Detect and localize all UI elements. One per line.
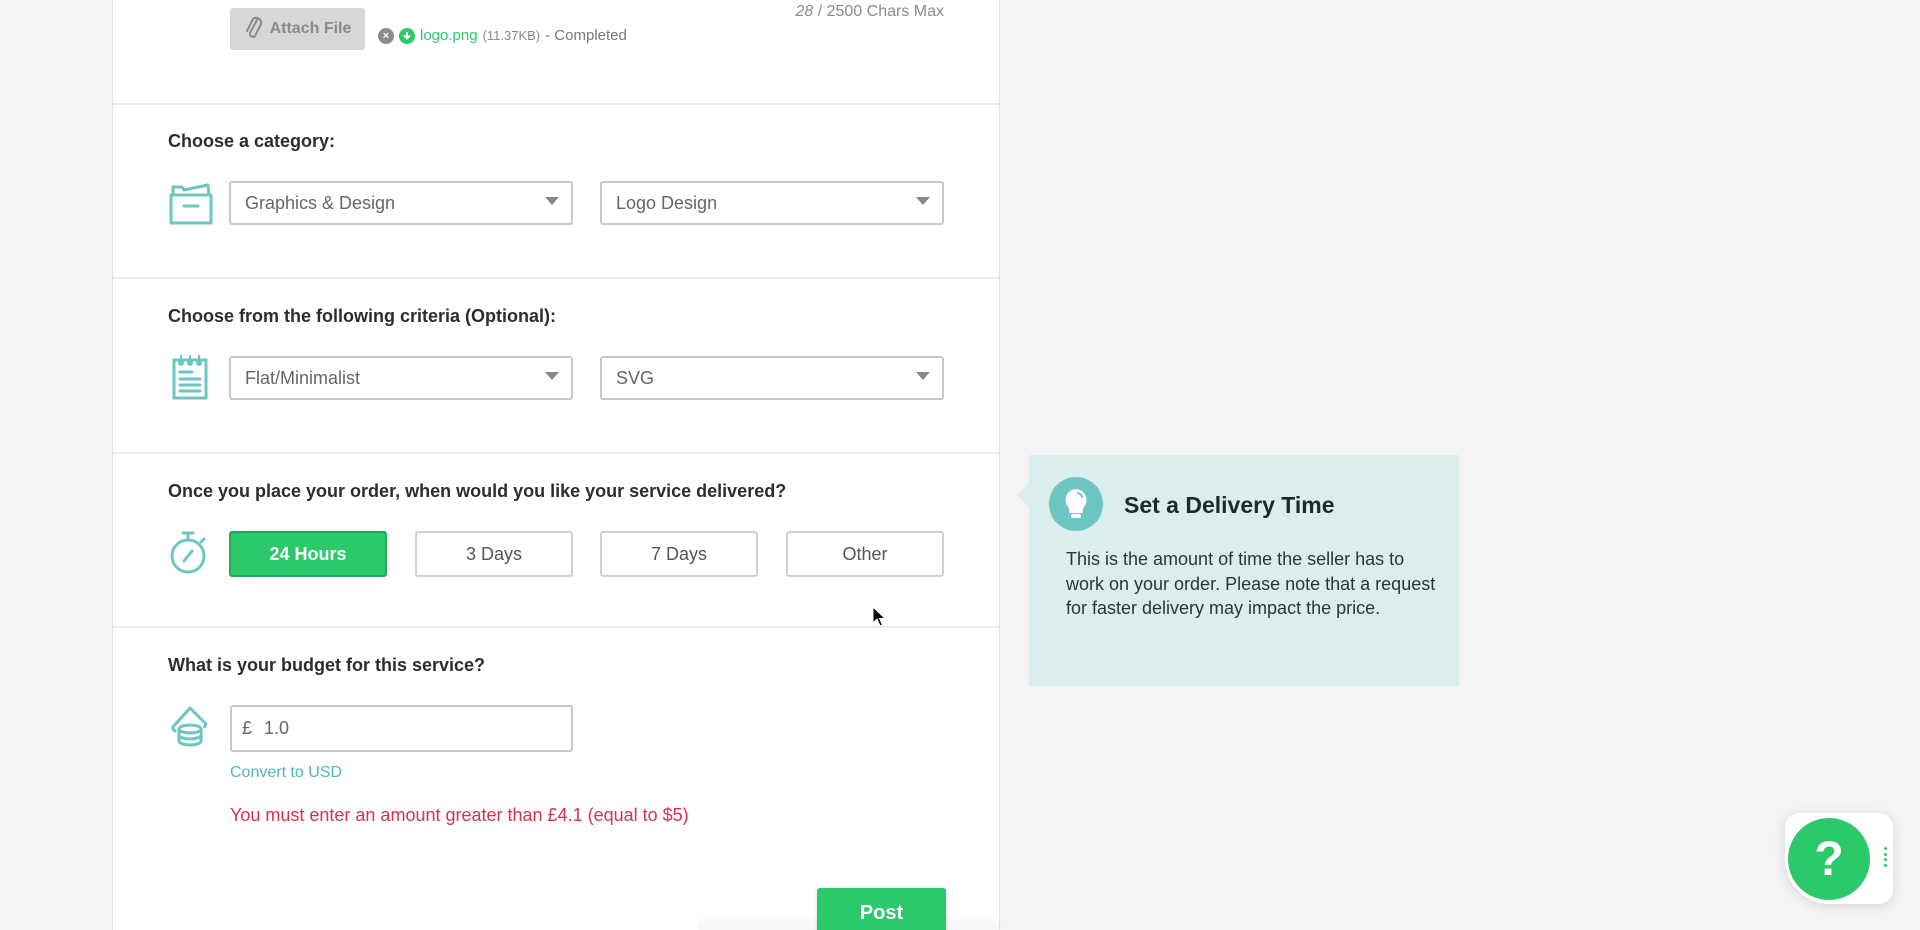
category-select[interactable]: Graphics & Design xyxy=(229,181,573,225)
delivery-option-label: Other xyxy=(842,543,888,564)
section-divider xyxy=(113,626,999,628)
help-button[interactable]: ? xyxy=(1788,818,1870,900)
delivery-time-tip: Set a Delivery Time This is the amount o… xyxy=(1017,455,1459,686)
notepad-icon xyxy=(172,355,208,400)
file-format-select-value: SVG xyxy=(616,367,655,388)
tip-title: Set a Delivery Time xyxy=(1124,492,1335,518)
chevron-down-icon xyxy=(545,372,559,380)
budget-label: What is your budget for this service? xyxy=(168,655,486,675)
convert-to-usd-link[interactable]: Convert to USD xyxy=(230,764,342,782)
delivery-option-24-hours[interactable]: 24 Hours xyxy=(229,531,387,577)
chevron-down-icon xyxy=(916,372,930,380)
file-format-select[interactable]: SVG xyxy=(600,356,944,400)
delivery-option-label: 3 Days xyxy=(465,543,523,564)
style-select-value: Flat/Minimalist xyxy=(245,367,361,388)
budget-field[interactable]: £ xyxy=(230,705,573,752)
remove-file-icon[interactable]: × xyxy=(378,27,394,44)
delivery-label: Once you place your order, when would yo… xyxy=(168,481,787,501)
lightbulb-icon xyxy=(1049,477,1103,531)
tip-body: This is the amount of time the seller ha… xyxy=(1066,549,1436,618)
section-divider xyxy=(113,103,999,105)
budget-error-message: You must enter an amount greater than £4… xyxy=(230,805,689,825)
char-counter: 28 / 2500 Chars Max xyxy=(795,3,944,21)
chevron-down-icon xyxy=(916,197,930,205)
subcategory-select-value: Logo Design xyxy=(616,192,718,213)
section-divider xyxy=(113,452,999,454)
request-form-card: Attach File × logo.png (11.37KB) - Compl… xyxy=(112,0,1000,930)
coins-icon xyxy=(170,706,208,747)
char-count-current: 28 xyxy=(795,3,814,20)
category-label: Choose a category: xyxy=(168,131,336,151)
attach-file-label: Attach File xyxy=(269,20,352,37)
post-button[interactable]: Post xyxy=(817,888,946,930)
download-icon[interactable] xyxy=(399,27,415,44)
paperclip-icon xyxy=(245,16,262,38)
file-name-link[interactable]: logo.png xyxy=(420,27,478,44)
help-widget: ? xyxy=(1785,813,1893,904)
style-select[interactable]: Flat/Minimalist xyxy=(229,356,573,400)
chevron-down-icon xyxy=(545,197,559,205)
criteria-label: Choose from the following criteria (Opti… xyxy=(168,306,557,326)
delivery-option-3-days[interactable]: 3 Days xyxy=(415,531,573,577)
folder-icon xyxy=(169,183,213,225)
attach-file-button[interactable]: Attach File xyxy=(230,8,365,50)
mouse-cursor-icon xyxy=(872,606,886,627)
budget-input[interactable] xyxy=(264,718,545,739)
uploaded-file-status: × logo.png (11.37KB) - Completed xyxy=(378,27,627,44)
delivery-option-label: 24 Hours xyxy=(269,543,347,564)
upload-status: - Completed xyxy=(545,27,627,44)
stopwatch-icon xyxy=(170,531,206,574)
vertical-dots-icon[interactable] xyxy=(1883,847,1887,867)
category-select-value: Graphics & Design xyxy=(245,192,396,213)
char-count-limit: / 2500 Chars Max xyxy=(817,3,944,20)
delivery-option-label: 7 Days xyxy=(650,543,708,564)
currency-symbol: £ xyxy=(242,718,253,738)
file-size: (11.37KB) xyxy=(482,28,541,43)
subcategory-select[interactable]: Logo Design xyxy=(600,181,944,225)
delivery-option-7-days[interactable]: 7 Days xyxy=(600,531,758,577)
delivery-option-other[interactable]: Other xyxy=(786,531,944,577)
section-divider xyxy=(113,277,999,279)
